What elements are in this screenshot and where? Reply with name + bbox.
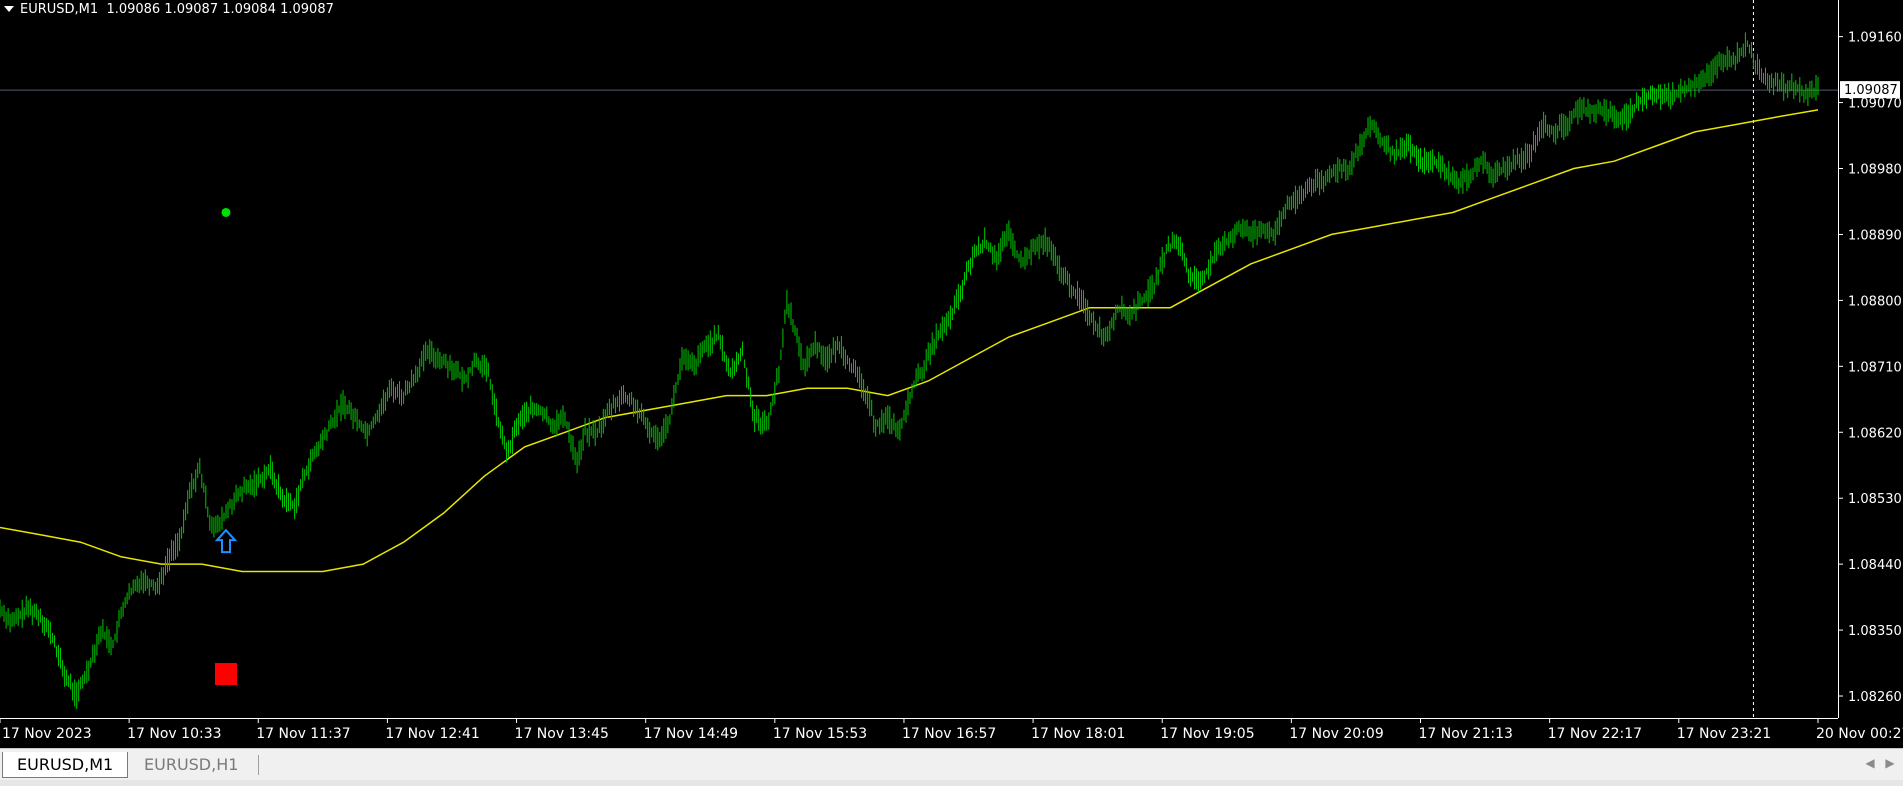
price-tick-label: 1.08260	[1848, 690, 1902, 705]
chart-header: EURUSD,M1 1.09086 1.09087 1.09084 1.0908…	[4, 2, 334, 18]
time-tick-label: 17 Nov 11:37	[256, 726, 350, 742]
current-price-label: 1.09087	[1844, 83, 1898, 98]
tab-eurusd-m1[interactable]: EURUSD,M1	[2, 752, 129, 778]
time-tick-label: 17 Nov 21:13	[1419, 726, 1513, 742]
price-chart[interactable]: 1.09160 1.09070 1.08980 1.08890 1.08800 1.087…	[0, 0, 1903, 748]
time-tick-label: 17 Nov 22:17	[1548, 726, 1642, 742]
price-tick-label: 1.08350	[1848, 624, 1902, 639]
moving-average-line	[0, 109, 1819, 573]
time-axis: 17 Nov 2023 17 Nov 10:33 17 Nov 11:37 17 No…	[0, 718, 1903, 742]
tab-separator	[258, 755, 259, 775]
price-tick-label: 1.08710	[1848, 360, 1902, 375]
markers-layer	[214, 207, 238, 686]
time-tick-label: 17 Nov 23:21	[1677, 726, 1771, 742]
scroll-left-icon[interactable]: ◀	[1862, 755, 1878, 771]
scroll-right-icon[interactable]: ▶	[1882, 755, 1898, 771]
price-axis: 1.09160 1.09070 1.08980 1.08890 1.08800 1.087…	[1838, 0, 1902, 718]
time-tick-label: 17 Nov 13:45	[515, 726, 609, 742]
time-tick-label: 17 Nov 2023	[2, 726, 92, 742]
dropdown-triangle-icon[interactable]	[4, 5, 14, 12]
grid-layer	[0, 0, 1838, 718]
moving-average-layer	[0, 109, 1819, 573]
price-tick-label: 1.08440	[1848, 558, 1902, 573]
time-tick-label: 17 Nov 12:41	[385, 726, 479, 742]
chart-window[interactable]: 1.09160 1.09070 1.08980 1.08890 1.08800 1.087…	[0, 0, 1903, 748]
price-tick-label: 1.08620	[1848, 426, 1902, 441]
signal-dot	[221, 207, 231, 217]
time-tick-label: 17 Nov 16:57	[902, 726, 996, 742]
ohlc-values: 1.09086 1.09087 1.09084 1.09087	[106, 2, 334, 17]
symbol-label: EURUSD,M1	[20, 2, 99, 17]
price-tick-label: 1.08800	[1848, 294, 1902, 309]
buy-arrow-icon	[214, 528, 238, 554]
time-tick-label: 17 Nov 15:53	[773, 726, 867, 742]
price-tick-label: 1.08980	[1848, 163, 1902, 178]
time-tick-label: 17 Nov 10:33	[127, 726, 221, 742]
bottom-strip	[0, 780, 1903, 786]
tab-eurusd-h1[interactable]: EURUSD,H1	[130, 752, 252, 778]
candles-layer	[0, 32, 1819, 709]
time-tick-label: 17 Nov 19:05	[1160, 726, 1254, 742]
price-tick-label: 1.08890	[1848, 228, 1902, 243]
time-tick-label: 17 Nov 14:49	[644, 726, 738, 742]
price-tick-label: 1.09070	[1848, 97, 1902, 112]
price-tick-label: 1.09160	[1848, 31, 1902, 46]
signal-square	[214, 663, 237, 686]
price-tick-label: 1.08530	[1848, 492, 1902, 507]
time-tick-label: 17 Nov 18:01	[1031, 726, 1125, 742]
time-tick-label: 17 Nov 20:09	[1289, 726, 1383, 742]
time-tick-label: 20 Nov 00:27	[1816, 726, 1903, 742]
